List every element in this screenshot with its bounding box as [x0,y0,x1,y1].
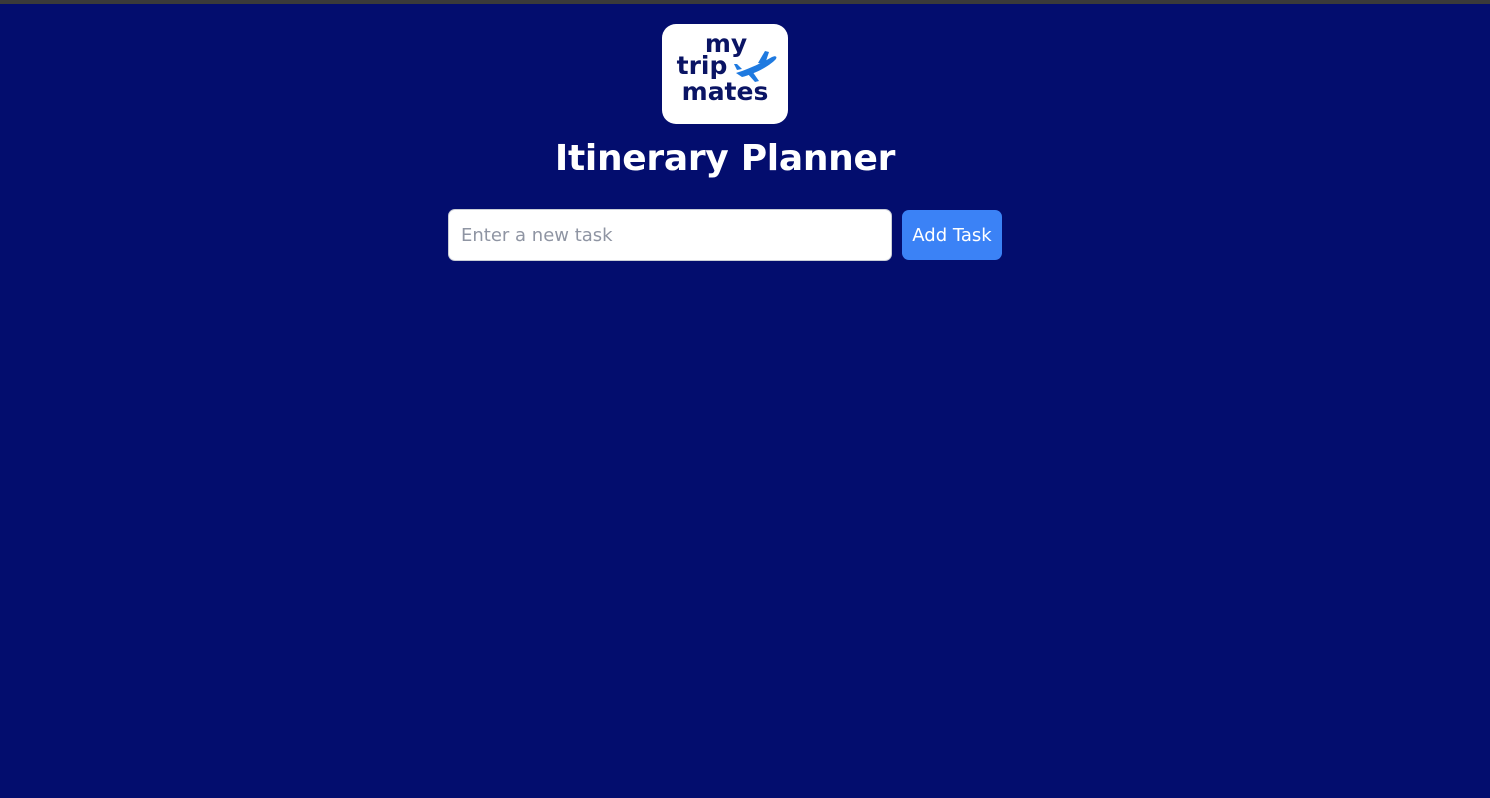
brand-logo: my trip mates [662,24,788,124]
add-task-button[interactable]: Add Task [902,210,1002,260]
logo-graphic: my trip mates [677,29,777,106]
page-title-container: Itinerary Planner [0,136,1450,182]
app-container: my trip mates Itinerary Planner Add Task [0,4,1490,798]
page-title: Itinerary Planner [554,138,896,179]
logo-line-trip: trip [677,51,728,80]
new-task-input[interactable] [448,209,892,261]
